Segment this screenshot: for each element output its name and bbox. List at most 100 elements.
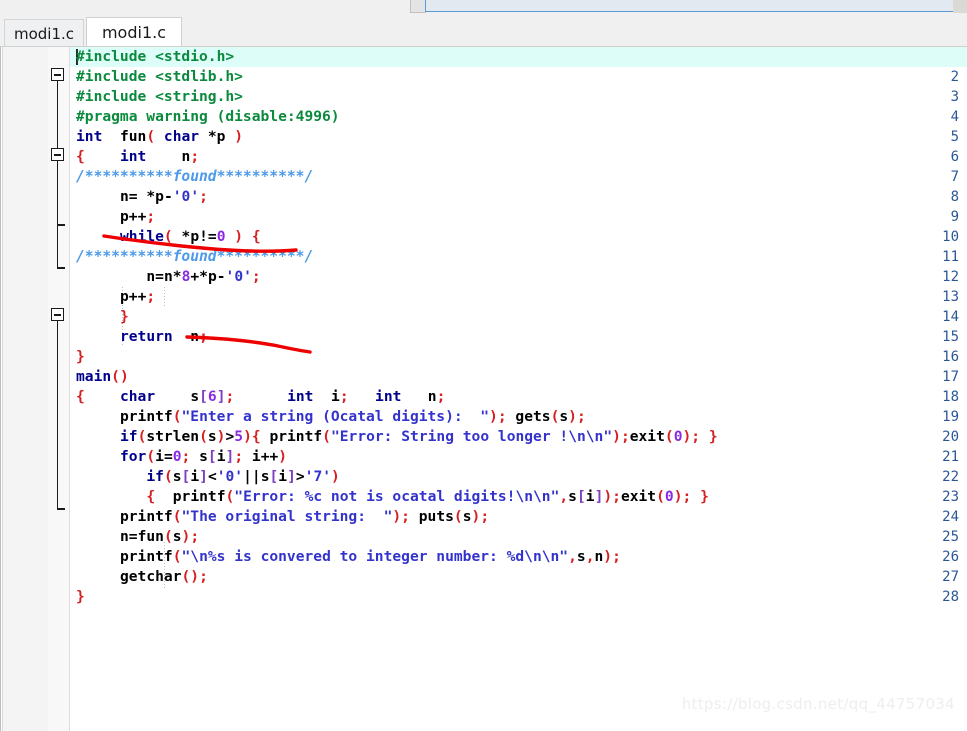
code-token: ) bbox=[568, 408, 577, 425]
code-token: ; bbox=[146, 208, 156, 225]
code-token: + bbox=[260, 448, 270, 465]
code-token: > bbox=[295, 468, 305, 485]
code-token: = bbox=[163, 448, 173, 465]
code-token: n bbox=[594, 548, 604, 565]
toolbar-search-input[interactable] bbox=[425, 0, 954, 12]
code-line-6[interactable]: { int n; bbox=[76, 147, 199, 167]
code-line-13[interactable]: p++; bbox=[76, 287, 155, 307]
code-line-1[interactable]: #include <stdio.h> bbox=[76, 47, 234, 67]
gutter-left-border bbox=[2, 47, 3, 731]
code-line-3[interactable]: #include <string.h> bbox=[76, 87, 243, 107]
fold-toggle-line-6[interactable] bbox=[51, 68, 64, 81]
code-line-10[interactable]: while( *p!=0 ) { bbox=[76, 227, 261, 247]
code-token: printf bbox=[269, 428, 323, 445]
tab-modi1c-active[interactable]: modi1.c bbox=[86, 17, 182, 47]
code-token: n bbox=[163, 268, 173, 285]
code-line-21[interactable]: for(i=0; s[i]; i++) bbox=[76, 447, 287, 467]
code-token: * bbox=[146, 188, 156, 205]
code-token: i bbox=[251, 448, 261, 465]
code-line-9[interactable]: p++; bbox=[76, 207, 155, 227]
code-line-25[interactable]: n=fun(s); bbox=[76, 527, 199, 547]
fold-toggle-line-10[interactable] bbox=[51, 148, 64, 161]
code-line-11[interactable]: /**********found**********/ bbox=[76, 247, 313, 267]
code-line-18[interactable]: { char s[6]; int i; int n; bbox=[76, 387, 445, 407]
code-token: int bbox=[375, 388, 402, 405]
code-token: ) bbox=[278, 448, 288, 465]
code-token: ; bbox=[682, 488, 692, 505]
code-token: ) bbox=[190, 568, 200, 585]
code-line-8[interactable]: n= *p-'0'; bbox=[76, 187, 208, 207]
code-text-area[interactable]: #include <stdio.h> #include <stdlib.h> #… bbox=[70, 47, 967, 731]
code-token: strlen bbox=[146, 428, 200, 445]
code-token: ; bbox=[251, 268, 261, 285]
code-line-15[interactable]: return n; bbox=[76, 327, 208, 347]
code-token: { bbox=[76, 388, 85, 405]
code-token: printf bbox=[119, 508, 173, 525]
code-token: p bbox=[190, 228, 200, 245]
code-line-14[interactable]: } bbox=[76, 307, 129, 327]
code-line-5[interactable]: int fun( char *p ) bbox=[76, 127, 243, 147]
code-line-2[interactable]: #include <stdlib.h> bbox=[76, 67, 243, 87]
code-line-24[interactable]: printf("The original string: "); puts(s)… bbox=[76, 507, 489, 527]
code-token: ] bbox=[199, 468, 208, 485]
code-line-12[interactable]: n=n*8+*p-'0'; bbox=[76, 267, 261, 287]
code-token: } bbox=[708, 428, 718, 445]
code-line-28[interactable]: } bbox=[76, 587, 85, 607]
code-token: = bbox=[207, 228, 217, 245]
code-token: if bbox=[119, 428, 138, 445]
fold-toggle-line-18[interactable] bbox=[51, 308, 64, 321]
code-token: ; bbox=[576, 408, 586, 425]
editor-surface[interactable]: 1234567891011121314151617181920212223242… bbox=[0, 47, 967, 731]
code-token: s bbox=[568, 488, 577, 505]
code-token: , bbox=[568, 548, 577, 565]
code-line-27[interactable]: getchar(); bbox=[76, 567, 208, 587]
code-line-16[interactable]: } bbox=[76, 347, 85, 367]
code-token: ; bbox=[190, 528, 200, 545]
toolbar-button-stub[interactable] bbox=[410, 0, 426, 13]
code-token: ( bbox=[172, 548, 182, 565]
code-line-19[interactable]: printf("Enter a string (Ocatal digits): … bbox=[76, 407, 586, 427]
code-token: ; bbox=[199, 188, 208, 205]
code-token: ) bbox=[471, 508, 481, 525]
code-line-23[interactable]: { printf("Error: %c not is ocatal digits… bbox=[76, 487, 709, 507]
code-line-7[interactable]: /**********found**********/ bbox=[76, 167, 313, 187]
code-token: s bbox=[207, 428, 217, 445]
code-line-22[interactable]: if(s[i]<'0'||s[i]>'7') bbox=[76, 467, 339, 487]
code-token: ] bbox=[225, 448, 235, 465]
code-token: i bbox=[585, 488, 595, 505]
code-token: { bbox=[251, 228, 261, 245]
code-token: ) bbox=[489, 408, 498, 425]
code-line-26[interactable]: printf("\n%s is convered to integer numb… bbox=[76, 547, 621, 567]
code-line-20[interactable]: if(strlen(s)>5){ printf("Error: String t… bbox=[76, 427, 718, 447]
line-number-gutter bbox=[2, 47, 48, 731]
code-token: int bbox=[76, 128, 103, 145]
code-token: fun bbox=[137, 528, 164, 545]
code-line-17[interactable]: main() bbox=[76, 367, 129, 387]
code-token: printf bbox=[119, 548, 173, 565]
tab-modi1c-background[interactable]: modi1.c bbox=[4, 19, 84, 47]
code-token: ) bbox=[181, 528, 191, 545]
code-token: ; bbox=[497, 408, 507, 425]
tab-label: modi1.c bbox=[101, 23, 167, 42]
code-line-4[interactable]: #pragma warning (disable:4996) bbox=[76, 107, 340, 127]
